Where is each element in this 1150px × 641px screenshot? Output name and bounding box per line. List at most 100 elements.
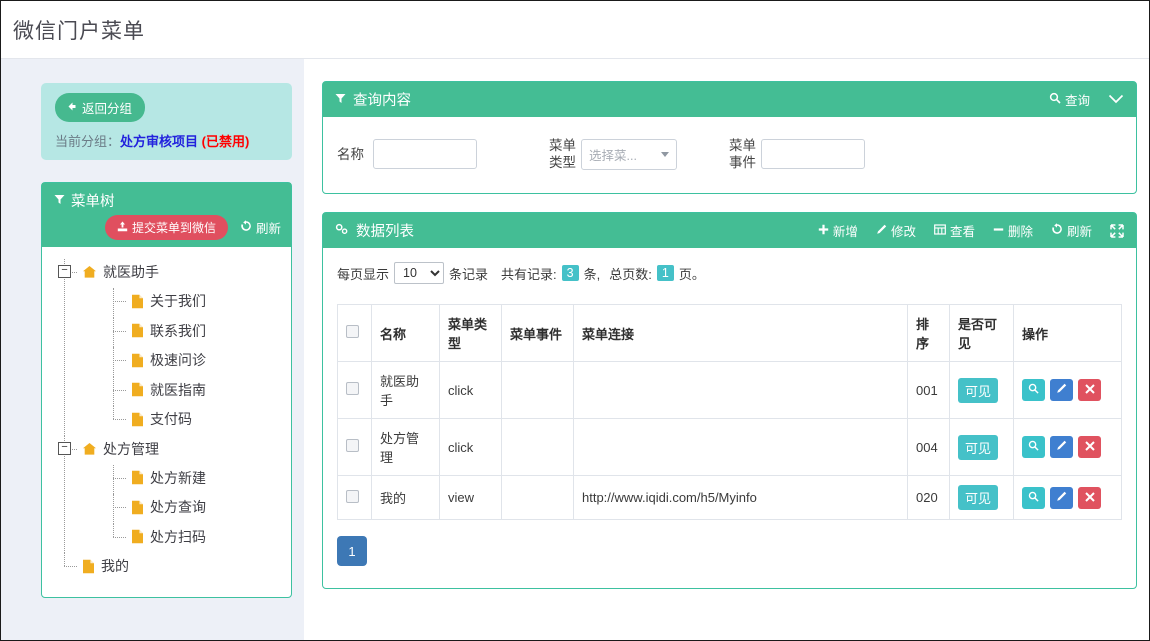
row-delete-button[interactable] (1078, 379, 1101, 401)
tree-node-lianxi-women[interactable]: 联系我们 (109, 317, 281, 348)
arrow-left-icon (66, 101, 77, 115)
submit-menu-to-wechat-button[interactable]: 提交菜单到微信 (104, 215, 228, 240)
row-checkbox[interactable] (346, 489, 359, 503)
cell-link: http://www.iqidi.com/h5/Myinfo (573, 475, 908, 520)
row-view-button[interactable] (1022, 379, 1045, 401)
view-button[interactable]: 查看 (934, 221, 975, 240)
tree-node-jisu-wenzhen[interactable]: 极速问诊 (109, 347, 281, 377)
row-delete-button[interactable] (1078, 486, 1101, 509)
tree-node-chufang-saoma[interactable]: 处方扫码 (109, 523, 281, 554)
tree-node-chufang-guanli[interactable]: − 处方管理 处方新建 处方查询 处方扫码 (58, 435, 281, 554)
file-icon (131, 382, 144, 397)
tree-node-label-wrap[interactable]: 关于我们 (131, 288, 206, 314)
row-view-button[interactable] (1022, 436, 1045, 458)
row-action-group (1022, 379, 1113, 401)
cell-type: view (439, 475, 502, 520)
select-all-checkbox[interactable] (346, 325, 359, 338)
tree-node-label-wrap[interactable]: 就医助手 (82, 259, 159, 285)
menu-tree-tools: 提交菜单到微信 刷新 (54, 215, 281, 240)
status-badge: 可见 (958, 377, 999, 403)
tree-node-guanyu-women[interactable]: 关于我们 (109, 288, 281, 318)
tree-node-label-wrap[interactable]: 支付码 (131, 406, 192, 432)
filter-icon (54, 193, 65, 209)
cell-name: 处方管理 (371, 418, 440, 476)
file-icon (82, 559, 95, 574)
tree-node-label-wrap[interactable]: 处方管理 (82, 436, 159, 462)
refresh-icon (1051, 223, 1063, 238)
column-header-action: 操作 (1013, 304, 1122, 362)
add-button-label: 新增 (832, 225, 858, 239)
add-button[interactable]: 新增 (818, 221, 858, 240)
list-refresh-label: 刷新 (1066, 225, 1092, 239)
tree-node-label-wrap[interactable]: 联系我们 (131, 318, 206, 344)
edit-button[interactable]: 修改 (876, 221, 916, 240)
back-to-group-button[interactable]: 返回分组 (55, 93, 146, 122)
edit-button-label: 修改 (890, 225, 916, 239)
tree-node-label: 极速问诊 (150, 352, 206, 368)
file-icon (131, 470, 144, 485)
row-delete-button[interactable] (1078, 436, 1101, 458)
row-edit-button[interactable] (1050, 486, 1073, 509)
search-button[interactable]: 查询 (1049, 90, 1090, 109)
submit-menu-label: 提交菜单到微信 (131, 221, 216, 235)
pagination-page-1[interactable]: 1 (337, 536, 367, 566)
name-input[interactable] (373, 139, 477, 169)
view-button-label: 查看 (949, 225, 975, 239)
row-edit-button[interactable] (1050, 436, 1073, 458)
tree-node-label: 关于我们 (150, 293, 206, 309)
tree-node-chufang-chaxun[interactable]: 处方查询 (109, 494, 281, 524)
menu-event-input[interactable] (761, 139, 865, 169)
menu-tree-body: − 就医助手 关于我们 联系我们 极速问诊 就医指南 支付码 − 处方管理 处方… (42, 247, 291, 597)
menu-type-field-label: 菜单 类型 (549, 137, 581, 171)
data-list-title-wrap: 数据列表 (335, 220, 414, 241)
data-list-title: 数据列表 (356, 224, 414, 240)
table-row[interactable]: 就医助手 click 001 可见 (337, 361, 1122, 419)
row-checkbox[interactable] (346, 382, 359, 395)
menu-tree-header: 菜单树 提交菜单到微信 刷新 (42, 183, 291, 247)
data-list-header: 数据列表 新增 修改 查看 删除 刷新 (323, 213, 1136, 248)
menu-type-select[interactable]: 选择菜... (581, 138, 677, 170)
tree-refresh-button[interactable]: 刷新 (240, 218, 281, 237)
table-row[interactable]: 我的 view http://www.iqidi.com/h5/Myinfo 0… (337, 475, 1122, 520)
page-title: 微信门户菜单 (13, 19, 145, 43)
plus-icon (818, 224, 829, 238)
row-view-button[interactable] (1022, 486, 1045, 509)
body-wrapper: 返回分组 当前分组：处方审核项目 (已禁用) 菜单树 提交菜单到微信 刷新 − … (1, 59, 1149, 640)
cell-name: 就医助手 (371, 361, 440, 419)
tree-node-wode[interactable]: 我的 (60, 553, 281, 583)
menu-type-select-value: 选择菜... (589, 148, 637, 163)
tree-node-label-wrap[interactable]: 处方查询 (131, 494, 206, 520)
search-icon (1028, 440, 1039, 454)
tree-node-label-wrap[interactable]: 就医指南 (131, 377, 206, 403)
row-edit-button[interactable] (1050, 379, 1073, 401)
row-checkbox[interactable] (346, 439, 359, 452)
close-icon (1084, 383, 1095, 397)
tree-node-label-wrap[interactable]: 处方新建 (131, 465, 206, 491)
tree-toggle-jiuyi-zhushou[interactable]: − (58, 265, 71, 278)
tree-children-chufang-guanli: 处方新建 处方查询 处方扫码 (82, 464, 281, 554)
home-icon (82, 442, 97, 456)
tree-node-label-wrap[interactable]: 我的 (82, 553, 129, 579)
tree-node-label-wrap[interactable]: 处方扫码 (131, 524, 206, 550)
tree-node-chufang-xinjian[interactable]: 处方新建 (109, 464, 281, 495)
table-row[interactable]: 处方管理 click 004 可见 (337, 418, 1122, 476)
chevron-down-icon[interactable] (1108, 92, 1124, 107)
tree-toggle-chufang-guanli[interactable]: − (58, 441, 71, 455)
data-table: 名称 菜单类型 菜单事件 菜单连接 排序 是否可见 操作 就医助手 click (337, 304, 1122, 520)
pencil-icon (1056, 440, 1067, 454)
tree-node-label: 我的 (101, 558, 129, 574)
list-refresh-button[interactable]: 刷新 (1051, 221, 1092, 240)
tree-node-label-wrap[interactable]: 极速问诊 (131, 347, 206, 373)
chevron-down-icon (661, 151, 669, 157)
file-icon (131, 529, 144, 544)
cell-event (501, 475, 574, 520)
tree-node-jiuyi-zhinan[interactable]: 就医指南 (109, 376, 281, 407)
table-header-row: 名称 菜单类型 菜单事件 菜单连接 排序 是否可见 操作 (337, 304, 1122, 362)
delete-button[interactable]: 删除 (993, 221, 1033, 240)
tree-node-jiuyi-zhushou[interactable]: − 就医助手 关于我们 联系我们 极速问诊 就医指南 支付码 (58, 259, 281, 436)
filter-icon (335, 92, 346, 108)
tree-node-zhifu-ma[interactable]: 支付码 (109, 406, 281, 436)
cell-sort: 020 (907, 475, 950, 520)
expand-icon[interactable] (1110, 223, 1124, 238)
page-size-select[interactable]: 102050100 (394, 262, 445, 284)
